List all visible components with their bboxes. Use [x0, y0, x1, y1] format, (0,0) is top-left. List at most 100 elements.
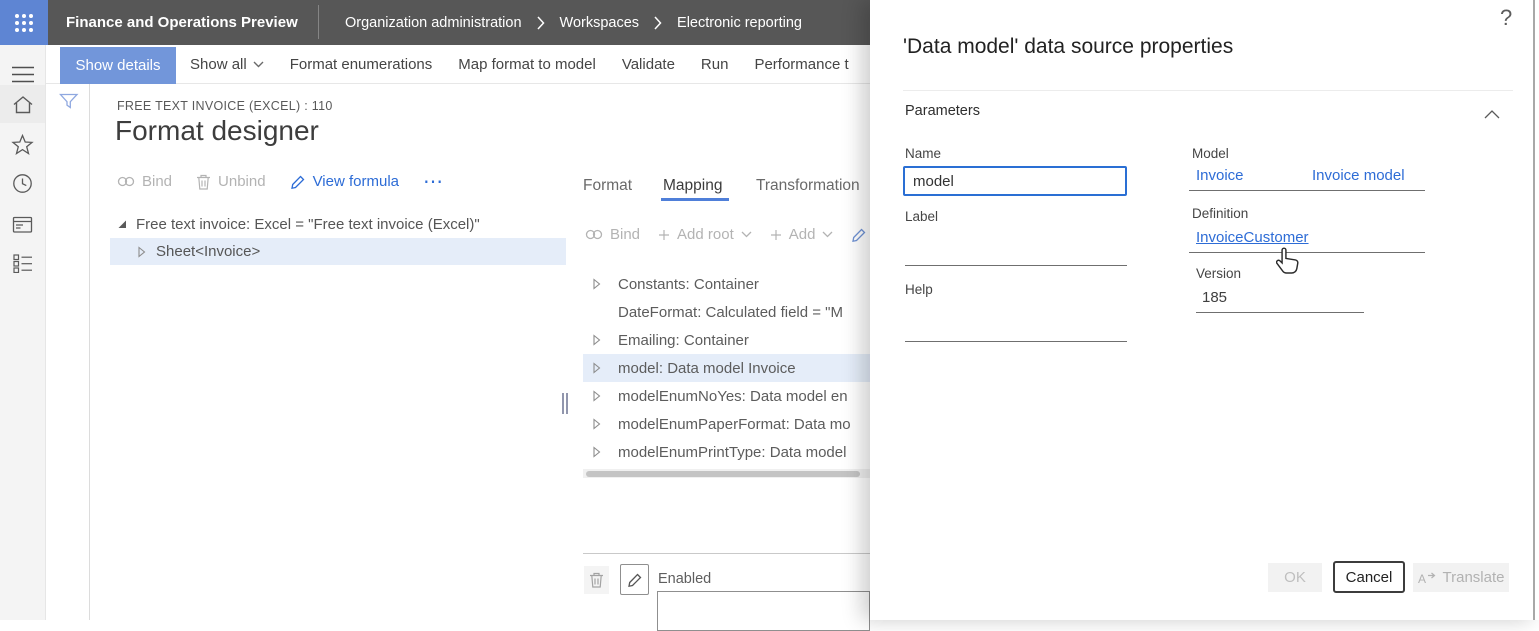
mapping-edit-button[interactable] [851, 227, 867, 243]
pencil-icon [627, 572, 643, 588]
format-tree-root-row[interactable]: Free text invoice: Excel = "Free text in… [117, 211, 480, 237]
name-input[interactable] [903, 166, 1127, 196]
rail-item-favorites[interactable] [0, 125, 45, 163]
parameters-section-header[interactable]: Parameters [905, 103, 980, 119]
scrollbar-thumb[interactable] [586, 471, 860, 477]
chevron-down-icon [253, 61, 264, 68]
horizontal-scrollbar[interactable] [583, 469, 870, 478]
format-tree-sheet-row[interactable]: Sheet<Invoice> [110, 238, 566, 265]
view-formula-button[interactable]: View formula [290, 173, 399, 190]
more-options-button[interactable]: ⋯ [423, 177, 443, 187]
menu-item-run[interactable]: Run [701, 56, 729, 73]
tab-transformation[interactable]: Transformation [756, 177, 860, 195]
mapping-tree-row-emailing[interactable]: Emailing: Container [583, 326, 883, 354]
unbind-button[interactable]: Unbind [196, 173, 266, 190]
edit-button[interactable] [620, 564, 649, 595]
caret-collapsed-icon[interactable] [593, 390, 601, 402]
menu-item-performance[interactable]: Performance t [754, 56, 848, 73]
star-icon [11, 134, 34, 155]
page-caption: FREE TEXT INVOICE (EXCEL) : 110 [117, 99, 333, 113]
breadcrumb-item-electronic-reporting[interactable]: Electronic reporting [677, 15, 802, 31]
unbind-label: Unbind [218, 173, 266, 190]
collapse-section-button[interactable] [1484, 106, 1500, 124]
help-field-input[interactable] [905, 341, 1127, 342]
caret-collapsed-icon[interactable] [593, 446, 601, 458]
caret-expanded-icon[interactable] [117, 219, 127, 229]
show-all-dropdown[interactable]: Show all [190, 56, 264, 73]
filter-funnel-icon [59, 93, 79, 111]
model-link-invoice-model[interactable]: Invoice model [1312, 167, 1405, 184]
data-source-properties-flyout: ? 'Data model' data source properties Pa… [870, 0, 1539, 620]
definition-link-invoicecustomer[interactable]: InvoiceCustomer [1196, 229, 1309, 246]
view-formula-label: View formula [313, 173, 399, 190]
help-field-label: Help [905, 282, 933, 297]
mapping-row-label: modelEnumNoYes: Data model en [618, 388, 848, 405]
delete-button[interactable] [584, 566, 609, 594]
menu-item-validate[interactable]: Validate [622, 56, 675, 73]
mapping-row-label: DateFormat: Calculated field = "M [618, 304, 843, 321]
link-icon [585, 228, 603, 241]
enabled-field-input[interactable] [657, 591, 870, 631]
waffle-icon [15, 14, 33, 32]
flyout-divider [903, 90, 1513, 91]
tab-mapping[interactable]: Mapping [663, 177, 722, 195]
breadcrumb: Organization administration Workspaces E… [345, 0, 802, 45]
app-title[interactable]: Finance and Operations Preview [66, 0, 298, 45]
footer-divider [583, 553, 870, 554]
filter-button[interactable] [59, 93, 79, 116]
content-divider [89, 84, 90, 620]
mapping-tree-row-modelenumprinttype[interactable]: modelEnumPrintType: Data model [583, 438, 883, 466]
chevron-up-icon [1484, 110, 1500, 119]
add-dropdown[interactable]: Add [770, 226, 834, 243]
rail-item-home[interactable] [0, 85, 45, 123]
mapping-row-label: modelEnumPaperFormat: Data mo [618, 416, 851, 433]
mapping-bind-button[interactable]: Bind [585, 226, 640, 243]
bind-button[interactable]: Bind [117, 173, 172, 190]
version-value: 185 [1202, 289, 1227, 306]
caret-collapsed-icon[interactable] [593, 418, 601, 430]
format-tree-sheet-label: Sheet<Invoice> [156, 243, 260, 260]
model-link-invoice[interactable]: Invoice [1196, 167, 1244, 184]
translate-button[interactable]: A Translate [1413, 563, 1509, 592]
header-separator [318, 5, 319, 39]
label-field-label: Label [905, 209, 938, 224]
pencil-icon [290, 174, 306, 190]
app-launcher-button[interactable] [0, 0, 48, 45]
help-button[interactable]: ? [1500, 5, 1512, 31]
trash-icon [196, 174, 211, 190]
mapping-tree-row-model[interactable]: model: Data model Invoice [583, 354, 883, 382]
active-tab-underline [661, 198, 729, 201]
mapping-tree-row-modelenumnoyes[interactable]: modelEnumNoYes: Data model en [583, 382, 883, 410]
mapping-row-label: model: Data model Invoice [618, 360, 796, 377]
rail-item-workspaces[interactable] [0, 206, 45, 244]
show-details-button[interactable]: Show details [60, 47, 176, 84]
caret-collapsed-icon[interactable] [138, 246, 146, 258]
chevron-down-icon [822, 231, 833, 238]
cancel-button[interactable]: Cancel [1333, 561, 1405, 593]
rail-item-recent[interactable] [0, 164, 45, 202]
mapping-bind-label: Bind [610, 226, 640, 243]
caret-collapsed-icon[interactable] [593, 362, 601, 374]
caret-collapsed-icon[interactable] [593, 334, 601, 346]
menu-item-map-format-to-model[interactable]: Map format to model [458, 56, 596, 73]
mapping-tree-row-dateformat[interactable]: DateFormat: Calculated field = "M [583, 298, 883, 326]
mapping-tree-row-constants[interactable]: Constants: Container [583, 270, 883, 298]
mapping-row-label: Constants: Container [618, 276, 759, 293]
bind-label: Bind [142, 173, 172, 190]
pane-splitter-handle[interactable] [562, 393, 568, 414]
breadcrumb-item-workspaces[interactable]: Workspaces [560, 15, 640, 31]
rail-item-modules[interactable] [0, 244, 45, 282]
breadcrumb-item-organization-administration[interactable]: Organization administration [345, 15, 522, 31]
caret-collapsed-icon[interactable] [593, 278, 601, 290]
add-root-dropdown[interactable]: Add root [658, 226, 752, 243]
menu-item-format-enumerations[interactable]: Format enumerations [290, 56, 433, 73]
model-field-underline [1189, 190, 1425, 191]
mapping-tree-row-modelenumpaperformat[interactable]: modelEnumPaperFormat: Data mo [583, 410, 883, 438]
label-field-input[interactable] [905, 265, 1127, 266]
link-icon [117, 175, 135, 188]
chevron-right-icon [654, 16, 662, 30]
name-field-label: Name [905, 146, 941, 161]
ok-button[interactable]: OK [1268, 563, 1322, 592]
mapping-toolbar: Bind Add root Add [585, 226, 867, 243]
tab-format[interactable]: Format [583, 177, 632, 195]
